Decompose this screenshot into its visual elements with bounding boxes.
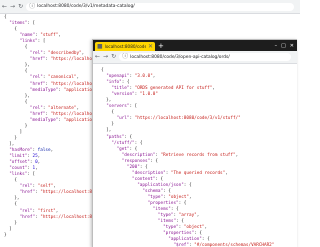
front-url-text: localhost:8080/code/3/open-api-catalog/o…: [130, 54, 230, 60]
reload-icon[interactable]: ↻: [18, 3, 23, 10]
front-json-viewer: { "openapi": "3.0.0", "info": { "title":…: [101, 68, 275, 247]
tab-title: localhost:8080/code/api/open: [104, 44, 146, 49]
back-arrow-icon[interactable]: ←: [95, 54, 100, 60]
front-toolbar: ← → ↻ ⓘ localhost:8080/code/3/open-api-c…: [93, 51, 297, 64]
forward-arrow-icon[interactable]: →: [10, 3, 15, 10]
forward-arrow-icon[interactable]: →: [103, 54, 108, 60]
plus-icon[interactable]: +: [158, 42, 164, 51]
window-controls: – □ ✕: [275, 42, 297, 51]
back-toolbar: ← → ↻ ⓘ localhost:8080/code/3/v1/metadat…: [0, 0, 300, 14]
info-icon[interactable]: ⓘ: [29, 3, 35, 10]
back-url-text: localhost:8080/code/3/v1/metadata-catalo…: [37, 4, 135, 9]
reload-icon[interactable]: ↻: [111, 54, 116, 60]
front-browser-window: ■ localhost:8080/code/api/open ✕ + – □ ✕…: [92, 39, 297, 247]
maximize-icon[interactable]: □: [281, 42, 286, 51]
close-icon[interactable]: ✕: [148, 43, 153, 50]
window-close-icon[interactable]: ✕: [290, 42, 294, 51]
active-tab[interactable]: ■ localhost:8080/code/api/open ✕: [95, 42, 155, 51]
info-icon[interactable]: ⓘ: [122, 54, 128, 60]
back-arrow-icon[interactable]: ←: [2, 3, 7, 10]
front-address-bar[interactable]: ⓘ localhost:8080/code/3/open-api-catalog…: [119, 53, 291, 61]
tab-strip: ■ localhost:8080/code/api/open ✕ + – □ ✕: [93, 40, 297, 51]
page-icon: ■: [97, 42, 103, 50]
back-address-bar[interactable]: ⓘ localhost:8080/code/3/v1/metadata-cata…: [26, 2, 294, 11]
minimize-icon[interactable]: –: [275, 42, 278, 51]
